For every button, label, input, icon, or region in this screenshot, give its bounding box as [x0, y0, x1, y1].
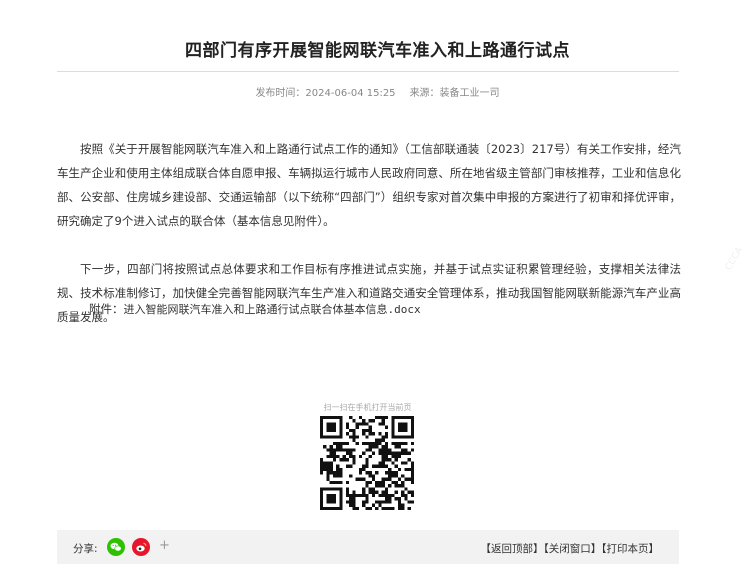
article-source: 来源：装备工业一司 — [409, 88, 500, 99]
attachment: 附件：进入智能网联汽车准入和上路通行试点联合体基本信息.docx — [89, 301, 421, 317]
article-meta: 发布时间：2024-06-04 15:25 来源：装备工业一司 — [0, 84, 755, 99]
article-body: 按照《关于开展智能网联汽车准入和上路通行试点工作的通知》（工信部联通装〔2023… — [57, 137, 681, 353]
weibo-icon[interactable] — [132, 538, 150, 556]
attachment-link[interactable]: 进入智能网联汽车准入和上路通行试点联合体基本信息.docx — [124, 303, 421, 316]
watermark: CCCA — [723, 245, 746, 273]
publish-time: 发布时间：2024-06-04 15:25 — [255, 88, 396, 99]
qr-caption: 扫一扫在手机打开当前页 — [323, 403, 412, 412]
back-to-top-link[interactable]: 【返回顶部】 — [481, 543, 544, 555]
close-window-link[interactable]: 【关闭窗口】 — [544, 543, 602, 555]
attachment-label: 附件： — [89, 302, 124, 316]
print-page-link[interactable]: 【打印本页】 — [601, 543, 659, 555]
share-label: 分享: — [73, 543, 98, 555]
wechat-icon[interactable] — [107, 538, 125, 556]
page-title: 四部门有序开展智能网联汽车准入和上路通行试点 — [185, 41, 570, 61]
qr-code — [320, 416, 414, 510]
footer-bar: 分享: + 【返回顶部】【关闭窗口】【打印本页】 — [57, 530, 679, 564]
share-more-icon[interactable]: + — [159, 538, 170, 553]
footer-links: 【返回顶部】【关闭窗口】【打印本页】 — [481, 541, 660, 556]
article-paragraph: 下一步，四部门将按照试点总体要求和工作目标有序推进试点实施，并基于试点实证积累管… — [57, 262, 681, 324]
title-divider — [57, 71, 679, 72]
article-paragraph: 按照《关于开展智能网联汽车准入和上路通行试点工作的通知》（工信部联通装〔2023… — [57, 142, 681, 228]
